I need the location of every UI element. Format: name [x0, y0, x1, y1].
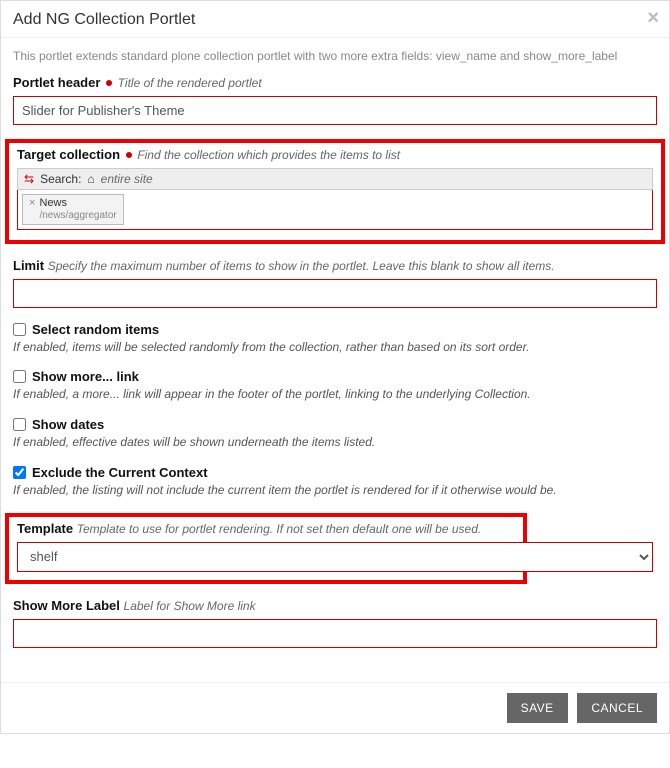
- dates-desc: If enabled, effective dates will be show…: [13, 434, 657, 451]
- limit-label: Limit: [13, 258, 44, 273]
- portlet-header-label: Portlet header: [13, 75, 100, 90]
- target-help: Find the collection which provides the i…: [137, 148, 400, 162]
- portlet-header-input[interactable]: [13, 96, 657, 125]
- home-icon: ⌂: [87, 172, 94, 186]
- field-template: Template Template to use for portlet ren…: [13, 513, 657, 584]
- random-desc: If enabled, items will be selected rando…: [13, 339, 657, 356]
- field-target-collection: Target collection Find the collection wh…: [13, 139, 657, 244]
- limit-help: Specify the maximum number of items to s…: [48, 259, 555, 273]
- showmore-label-help: Label for Show More link: [124, 599, 256, 613]
- dialog-header: Add NG Collection Portlet ×: [1, 1, 669, 38]
- template-help: Template to use for portlet rendering. I…: [77, 522, 481, 536]
- exclude-checkbox[interactable]: [13, 466, 26, 479]
- showmore-desc: If enabled, a more... link will appear i…: [13, 386, 657, 403]
- save-button[interactable]: SAVE: [507, 693, 568, 723]
- field-random: Select random items If enabled, items wi…: [13, 322, 657, 356]
- highlight-target: Target collection Find the collection wh…: [5, 139, 665, 244]
- token-remove-icon[interactable]: ×: [29, 197, 35, 210]
- field-exclude: Exclude the Current Context If enabled, …: [13, 465, 657, 499]
- showmore-label: Show more... link: [32, 369, 139, 384]
- field-dates: Show dates If enabled, effective dates w…: [13, 417, 657, 451]
- dates-checkbox[interactable]: [13, 418, 26, 431]
- close-icon[interactable]: ×: [647, 7, 659, 30]
- showmore-checkbox[interactable]: [13, 370, 26, 383]
- showmore-label-input[interactable]: [13, 619, 657, 648]
- field-showmore-label: Show More Label Label for Show More link: [13, 598, 657, 648]
- search-label: Search:: [40, 172, 81, 186]
- random-label: Select random items: [32, 322, 159, 337]
- field-showmore: Show more... link If enabled, a more... …: [13, 369, 657, 403]
- dialog: Add NG Collection Portlet × This portlet…: [0, 0, 670, 734]
- tree-icon: ⇆: [24, 172, 34, 186]
- exclude-label: Exclude the Current Context: [32, 465, 208, 480]
- required-icon: [106, 80, 112, 86]
- random-checkbox[interactable]: [13, 323, 26, 336]
- exclude-desc: If enabled, the listing will not include…: [13, 482, 657, 499]
- search-scope: entire site: [101, 172, 153, 186]
- cancel-button[interactable]: CANCEL: [577, 693, 657, 723]
- dialog-footer: SAVE CANCEL: [1, 682, 669, 733]
- target-label: Target collection: [17, 147, 120, 162]
- required-icon: [126, 152, 132, 158]
- limit-input[interactable]: [13, 279, 657, 308]
- template-select[interactable]: shelf: [17, 542, 653, 572]
- field-portlet-header: Portlet header Title of the rendered por…: [13, 75, 657, 125]
- template-label: Template: [17, 521, 73, 536]
- target-token-row[interactable]: × News /news/aggregator: [17, 190, 653, 230]
- dialog-body: This portlet extends standard plone coll…: [1, 38, 669, 682]
- portlet-header-help: Title of the rendered portlet: [118, 76, 262, 90]
- intro-text: This portlet extends standard plone coll…: [13, 48, 657, 65]
- target-token[interactable]: × News /news/aggregator: [22, 194, 124, 225]
- field-limit: Limit Specify the maximum number of item…: [13, 258, 657, 308]
- dates-label: Show dates: [32, 417, 104, 432]
- target-search-bar[interactable]: ⇆ Search: ⌂ entire site: [17, 168, 653, 190]
- token-path: /news/aggregator: [39, 210, 116, 222]
- token-name: News: [39, 197, 116, 210]
- dialog-title: Add NG Collection Portlet: [13, 11, 195, 28]
- showmore-label-label: Show More Label: [13, 598, 120, 613]
